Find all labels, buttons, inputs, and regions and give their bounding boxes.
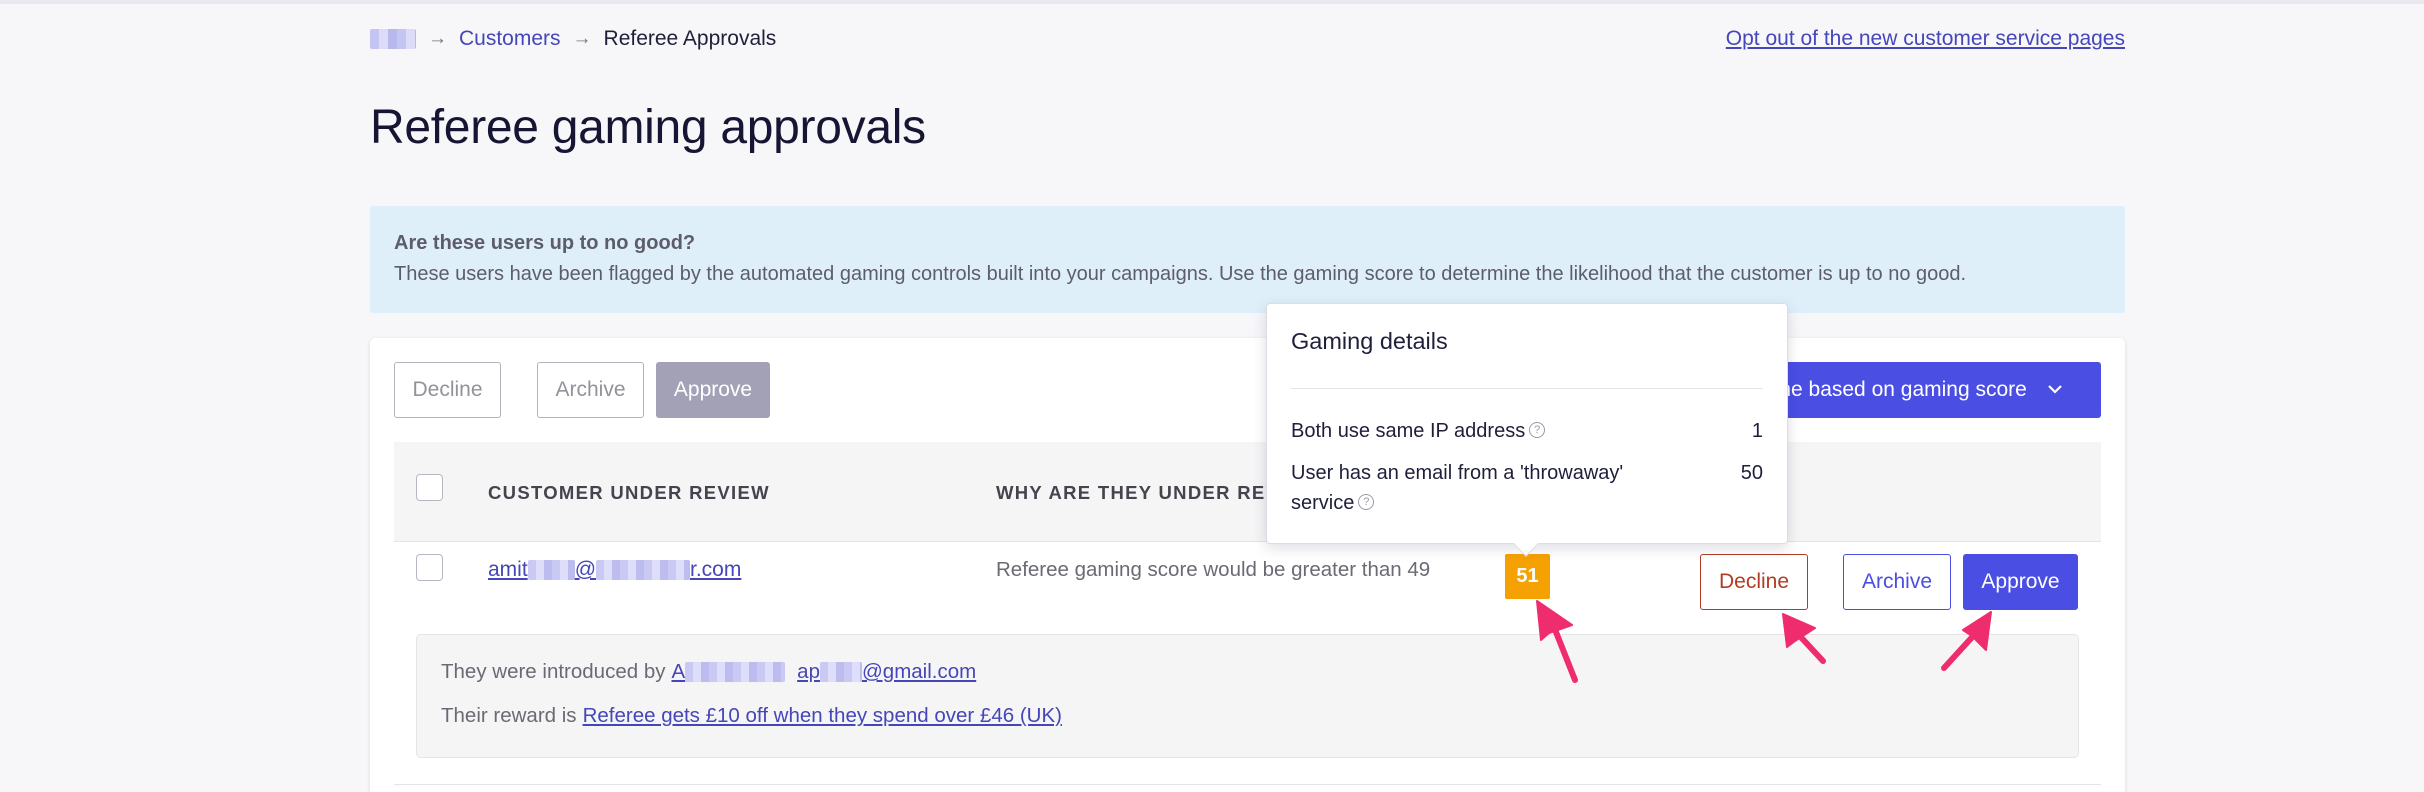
popover-row-value: 1 bbox=[1751, 420, 1763, 442]
gaming-score-badge[interactable]: 51 bbox=[1505, 554, 1550, 599]
decline-button[interactable]: Decline bbox=[1700, 554, 1808, 610]
arrow-right-icon: → bbox=[428, 28, 447, 49]
banner-text: These users have been flagged by the aut… bbox=[394, 263, 1967, 285]
email-start: amit bbox=[488, 558, 528, 581]
redacted-text bbox=[527, 560, 575, 580]
breadcrumb-customers[interactable]: Customers bbox=[459, 27, 561, 51]
redacted-text bbox=[685, 662, 786, 682]
table-header: CUSTOMER UNDER REVIEW WHY ARE THEY UNDER… bbox=[394, 442, 2101, 542]
optout-link[interactable]: Opt out of the new customer service page… bbox=[1726, 27, 2125, 51]
introduced-by-line: They were introduced by A ap @gmail.com bbox=[441, 657, 2054, 687]
archive-button[interactable]: Archive bbox=[1843, 554, 1951, 610]
breadcrumb-current: Referee Approvals bbox=[603, 27, 777, 50]
info-icon[interactable]: ? bbox=[1358, 493, 1375, 510]
arrow-right-icon: → bbox=[572, 28, 592, 49]
review-reason: Referee gaming score would be greater th… bbox=[996, 558, 1431, 581]
info-icon[interactable]: ? bbox=[1529, 421, 1546, 438]
bulk-approve-button[interactable]: Approve bbox=[656, 362, 770, 418]
breadcrumb-home-redacted[interactable] bbox=[370, 29, 416, 49]
reward-link[interactable]: Referee gets £10 off when they spend ove… bbox=[583, 704, 1062, 728]
referrer-email-link[interactable]: A ap @gmail.com bbox=[671, 660, 976, 684]
redacted-text bbox=[819, 662, 862, 682]
introduced-prefix: They were introduced by bbox=[441, 660, 666, 683]
referrer-mid: ap bbox=[797, 660, 820, 683]
info-banner: Are these users up to no good? These use… bbox=[370, 206, 2125, 313]
popover-row-value: 50 bbox=[1740, 462, 1763, 484]
email-end: r.com bbox=[690, 558, 742, 581]
dropdown-label: line based on gaming score bbox=[1770, 378, 2027, 401]
page-title: Referee gaming approvals bbox=[370, 101, 926, 154]
bulk-archive-button[interactable]: Archive bbox=[537, 362, 644, 418]
popover-row: User has an email from a 'throwaway' ser… bbox=[1291, 458, 1763, 518]
approve-button[interactable]: Approve bbox=[1963, 554, 2078, 610]
referrer-end: @gmail.com bbox=[861, 660, 977, 683]
popover-row: Both use same IP address? 1 bbox=[1291, 416, 1763, 446]
chevron-down-icon bbox=[2047, 381, 2063, 399]
top-border bbox=[0, 0, 2424, 4]
customer-email-link[interactable]: amit @ r.com bbox=[488, 558, 741, 582]
banner-title: Are these users up to no good? bbox=[394, 232, 696, 254]
redacted-text bbox=[596, 560, 691, 580]
row-detail: They were introduced by A ap @gmail.com … bbox=[416, 634, 2079, 758]
reward-line: Their reward is Referee gets £10 off whe… bbox=[441, 701, 2054, 731]
popover-row-label: Both use same IP address bbox=[1291, 420, 1526, 442]
breadcrumb: → Customers → Referee Approvals bbox=[370, 27, 776, 51]
approvals-card: Decline Archive Approve line based on ga… bbox=[370, 338, 2125, 792]
row-divider bbox=[394, 784, 2101, 785]
header-customer: CUSTOMER UNDER REVIEW bbox=[488, 482, 770, 503]
select-all-checkbox[interactable] bbox=[416, 474, 443, 501]
popover-divider bbox=[1291, 388, 1763, 389]
email-at: @ bbox=[574, 558, 597, 581]
bulk-decline-button[interactable]: Decline bbox=[394, 362, 501, 418]
popover-row-label: User has an email from a 'throwaway' ser… bbox=[1291, 462, 1624, 514]
gaming-details-popover: Gaming details Both use same IP address?… bbox=[1266, 303, 1788, 557]
gaming-score-action-dropdown[interactable]: line based on gaming score bbox=[1770, 362, 2101, 418]
referrer-start: A bbox=[671, 660, 686, 683]
popover-title: Gaming details bbox=[1291, 328, 1448, 354]
reward-prefix: Their reward is bbox=[441, 704, 577, 727]
row-checkbox[interactable] bbox=[416, 554, 443, 581]
